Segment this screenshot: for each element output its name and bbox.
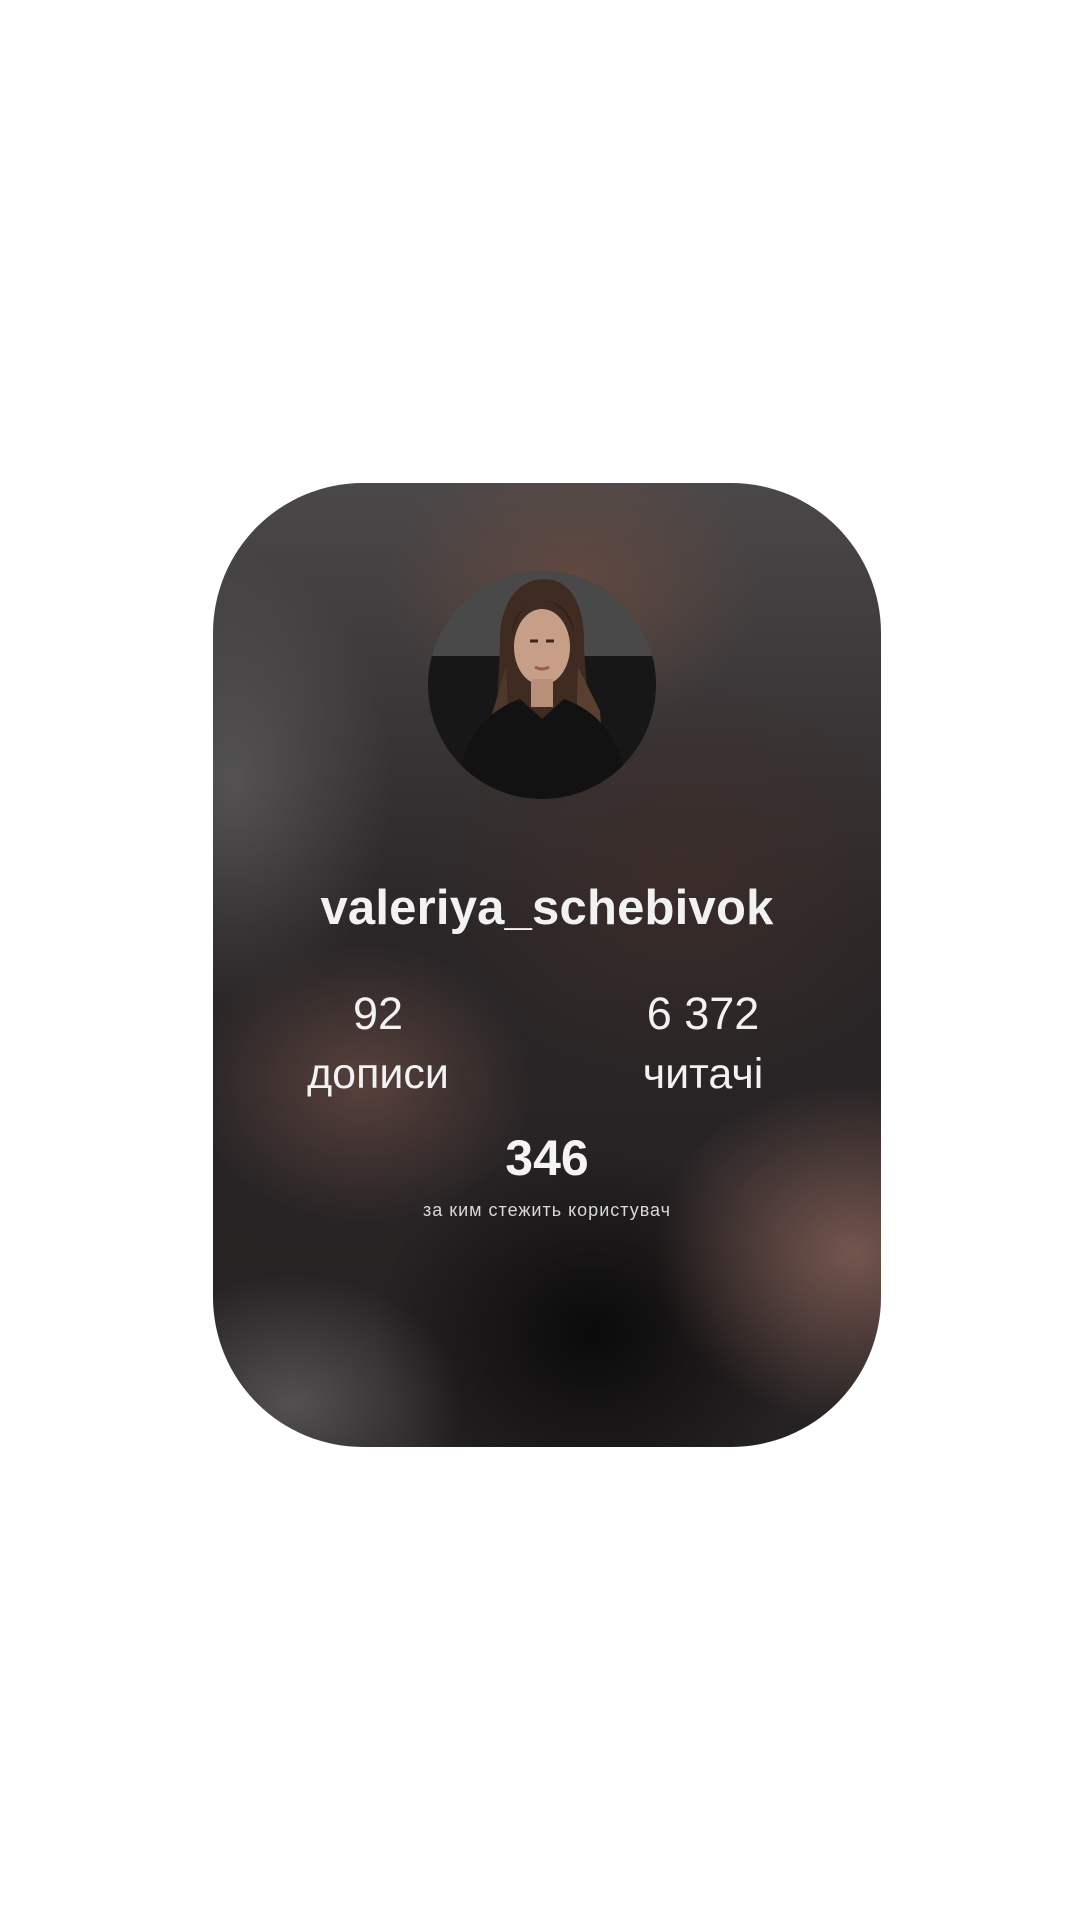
- profile-card: valeriya_schebivok 92 дописи 6 372 читач…: [213, 483, 881, 1447]
- profile-photo-icon: [428, 571, 656, 799]
- following-label: за ким стежить користувач: [422, 1200, 672, 1220]
- profile-username: valeriya_schebivok: [320, 881, 774, 935]
- followers-label: читачі: [642, 1050, 764, 1098]
- profile-avatar[interactable]: [428, 571, 656, 799]
- following-stat[interactable]: 346 за ким стежить користувач: [213, 1128, 881, 1222]
- followers-stat[interactable]: 6 372 читачі: [588, 988, 818, 1100]
- page: valeriya_schebivok 92 дописи 6 372 читач…: [0, 0, 1080, 1920]
- posts-label: дописи: [307, 1050, 449, 1098]
- posts-count: 92: [352, 988, 404, 1039]
- followers-count: 6 372: [646, 988, 760, 1039]
- following-count: 346: [505, 1130, 589, 1186]
- posts-stat[interactable]: 92 дописи: [268, 988, 488, 1100]
